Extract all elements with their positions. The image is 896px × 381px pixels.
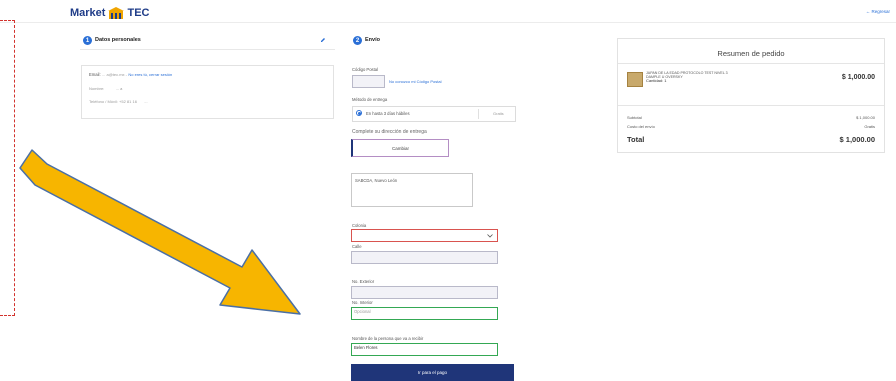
annotation-arrow-icon	[19, 149, 301, 315]
